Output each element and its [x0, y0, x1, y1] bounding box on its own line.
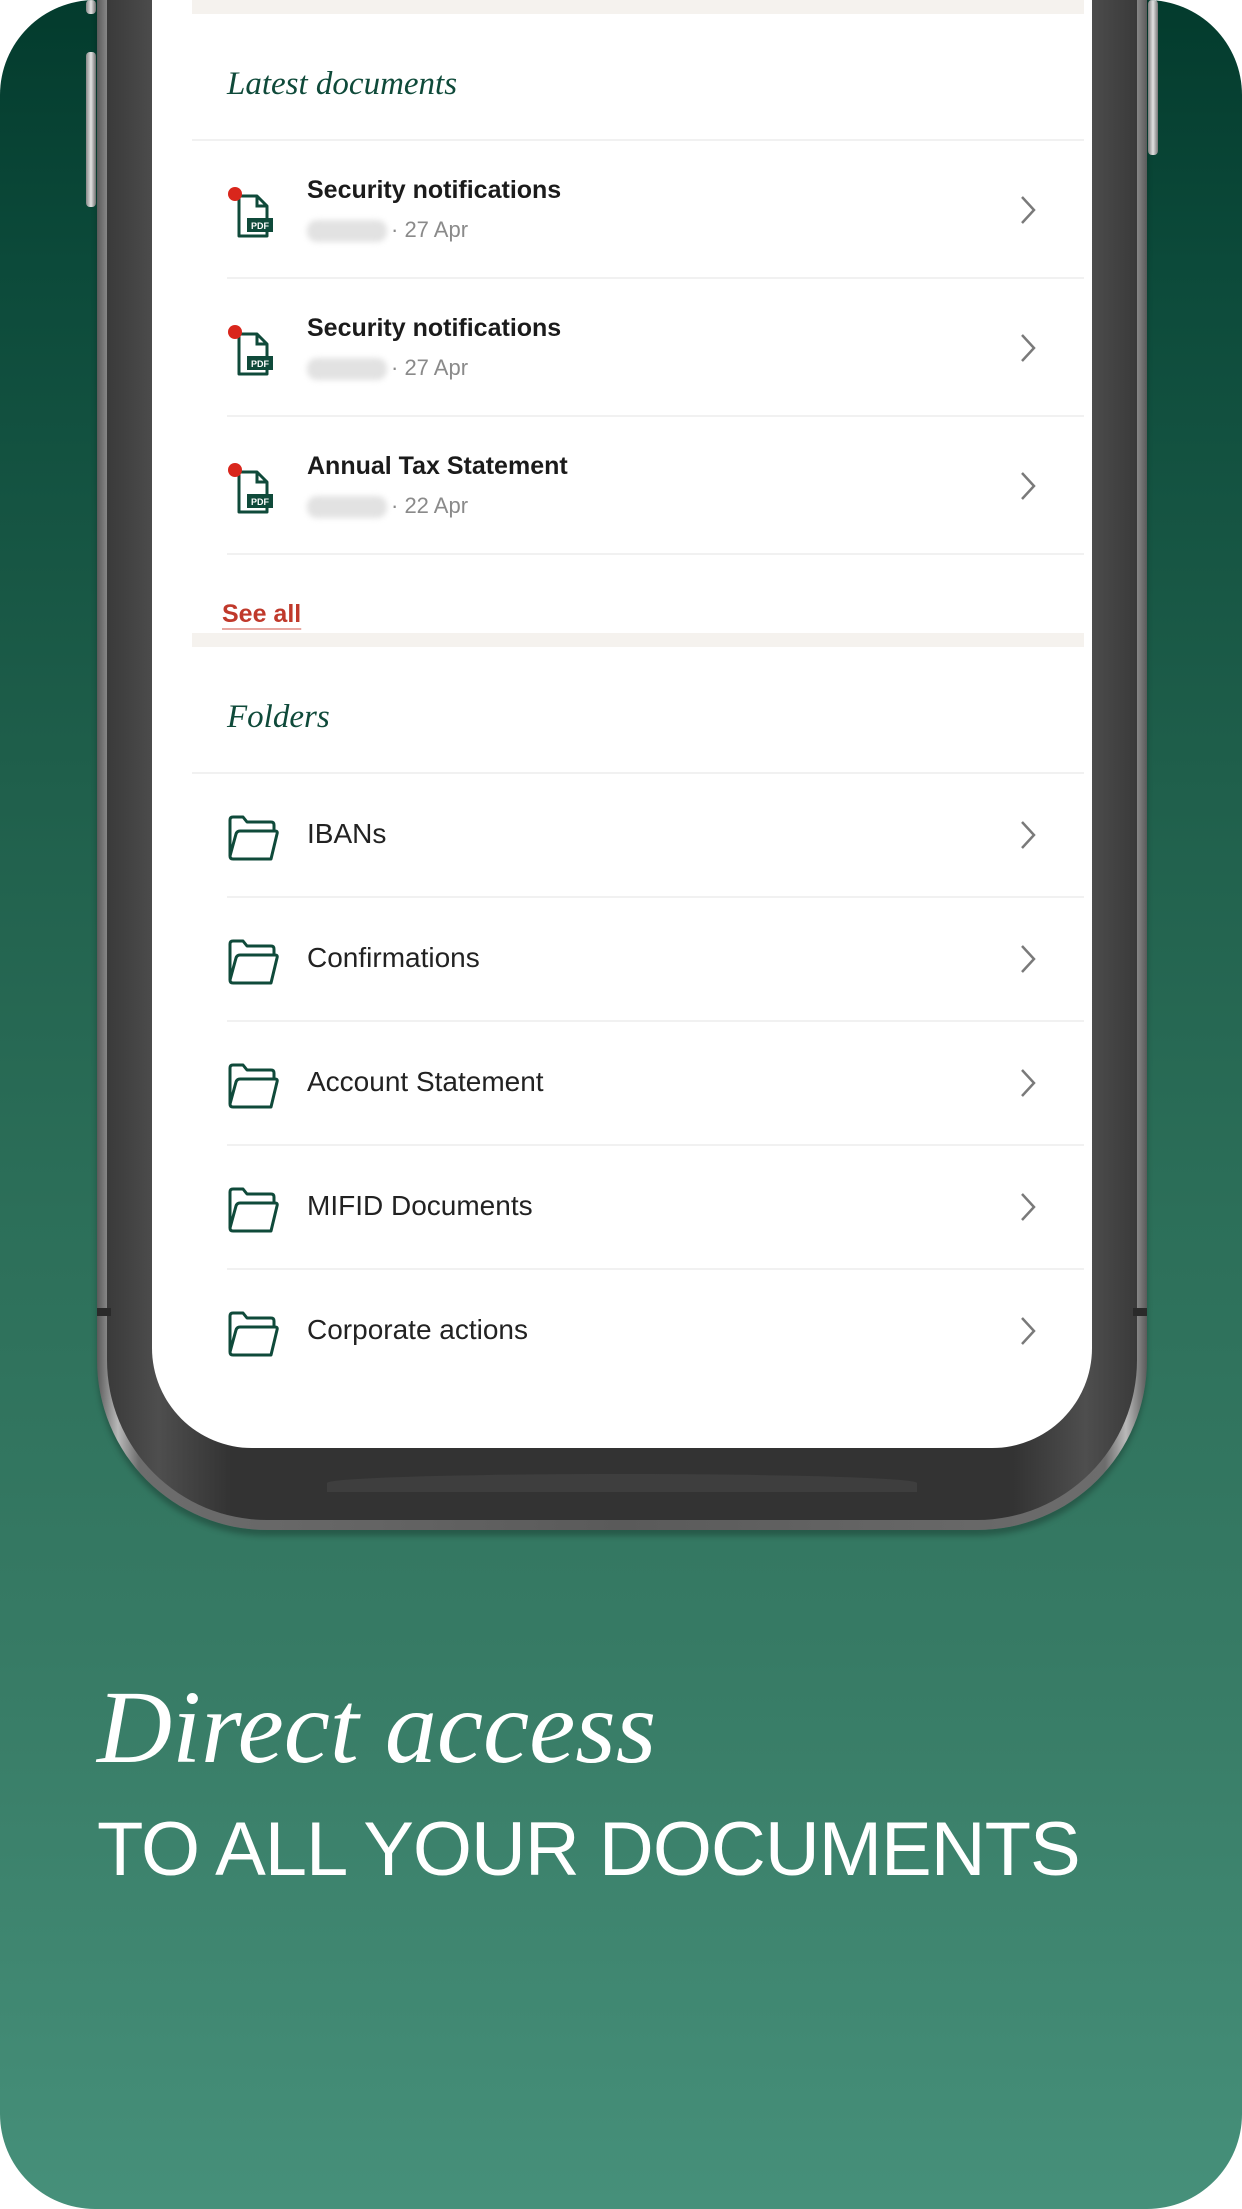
phone-volume-button [86, 52, 96, 207]
document-title: Security notifications [307, 314, 562, 342]
redacted-reference [307, 358, 387, 381]
documents-screen: Latest documents PDF Security notificati… [152, 0, 1092, 1394]
phone-side-button [86, 0, 96, 14]
document-row[interactable]: PDF Annual Tax Statement · 22 Apr [227, 417, 1084, 555]
document-date: · 27 Apr [391, 217, 469, 242]
folder-row-mifid-documents[interactable]: MIFID Documents [227, 1146, 1084, 1270]
folder-row-corporate-actions[interactable]: Corporate actions [227, 1270, 1084, 1394]
document-date: · 27 Apr [391, 355, 469, 380]
pdf-file-icon: PDF [228, 187, 273, 238]
folder-row-account-statement[interactable]: Account Statement [227, 1022, 1084, 1146]
folder-icon [228, 815, 279, 861]
folder-label: Confirmations [307, 942, 480, 973]
phone-bottom-highlight [327, 1474, 917, 1492]
redacted-reference [307, 220, 387, 243]
document-meta: · 27 Apr [307, 355, 468, 381]
folder-icon [228, 1187, 279, 1233]
chevron-right-icon [1021, 945, 1036, 973]
chevron-right-icon [1021, 196, 1036, 224]
document-title: Security notifications [307, 176, 562, 204]
folder-icon [228, 1311, 279, 1357]
folder-label: Account Statement [307, 1066, 544, 1097]
folder-label: IBANs [307, 818, 387, 849]
document-title: Annual Tax Statement [307, 452, 568, 480]
folders-list: IBANs Confirmations Account Statement MI… [152, 774, 1092, 1394]
chevron-right-icon [1021, 1317, 1036, 1345]
pdf-file-icon: PDF [228, 325, 273, 376]
document-row[interactable]: PDF Security notifications · 27 Apr [227, 141, 1084, 279]
chevron-right-icon [1021, 472, 1036, 500]
document-row[interactable]: PDF Security notifications · 27 Apr [227, 279, 1084, 417]
svg-text:PDF: PDF [251, 359, 270, 369]
folder-icon [228, 1063, 279, 1109]
section-divider [192, 633, 1084, 647]
phone-antenna-seam [1133, 1308, 1147, 1316]
chevron-right-icon [1021, 1069, 1036, 1097]
svg-text:PDF: PDF [251, 497, 270, 507]
folder-row-confirmations[interactable]: Confirmations [227, 898, 1084, 1022]
chevron-right-icon [1021, 1193, 1036, 1221]
phone-power-button [1148, 0, 1158, 155]
phone-screen: Latest documents PDF Security notificati… [152, 0, 1092, 1448]
chevron-right-icon [1021, 334, 1036, 362]
promo-background: Latest documents PDF Security notificati… [0, 0, 1242, 2209]
folder-row-ibans[interactable]: IBANs [227, 774, 1084, 898]
promo-subline: TO ALL YOUR DOCUMENTS [97, 1807, 1081, 1892]
document-meta: · 22 Apr [307, 493, 468, 519]
section-divider [192, 0, 1084, 14]
folders-heading: Folders [192, 647, 1084, 774]
pdf-file-icon: PDF [228, 463, 273, 514]
folder-icon [228, 939, 279, 985]
document-date: · 22 Apr [391, 493, 469, 518]
unread-dot [228, 187, 242, 201]
latest-documents-heading: Latest documents [192, 14, 1084, 141]
promo-headline: Direct access [97, 1670, 657, 1785]
see-all-link[interactable]: See all [222, 555, 1092, 633]
redacted-reference [307, 496, 387, 519]
chevron-right-icon [1021, 821, 1036, 849]
phone-antenna-seam [97, 1308, 111, 1316]
folder-label: Corporate actions [307, 1314, 529, 1345]
folder-label: MIFID Documents [307, 1190, 533, 1221]
document-meta: · 27 Apr [307, 217, 468, 243]
latest-documents-list: PDF Security notifications · 27 Apr PDF [152, 141, 1092, 555]
svg-text:PDF: PDF [251, 221, 270, 231]
